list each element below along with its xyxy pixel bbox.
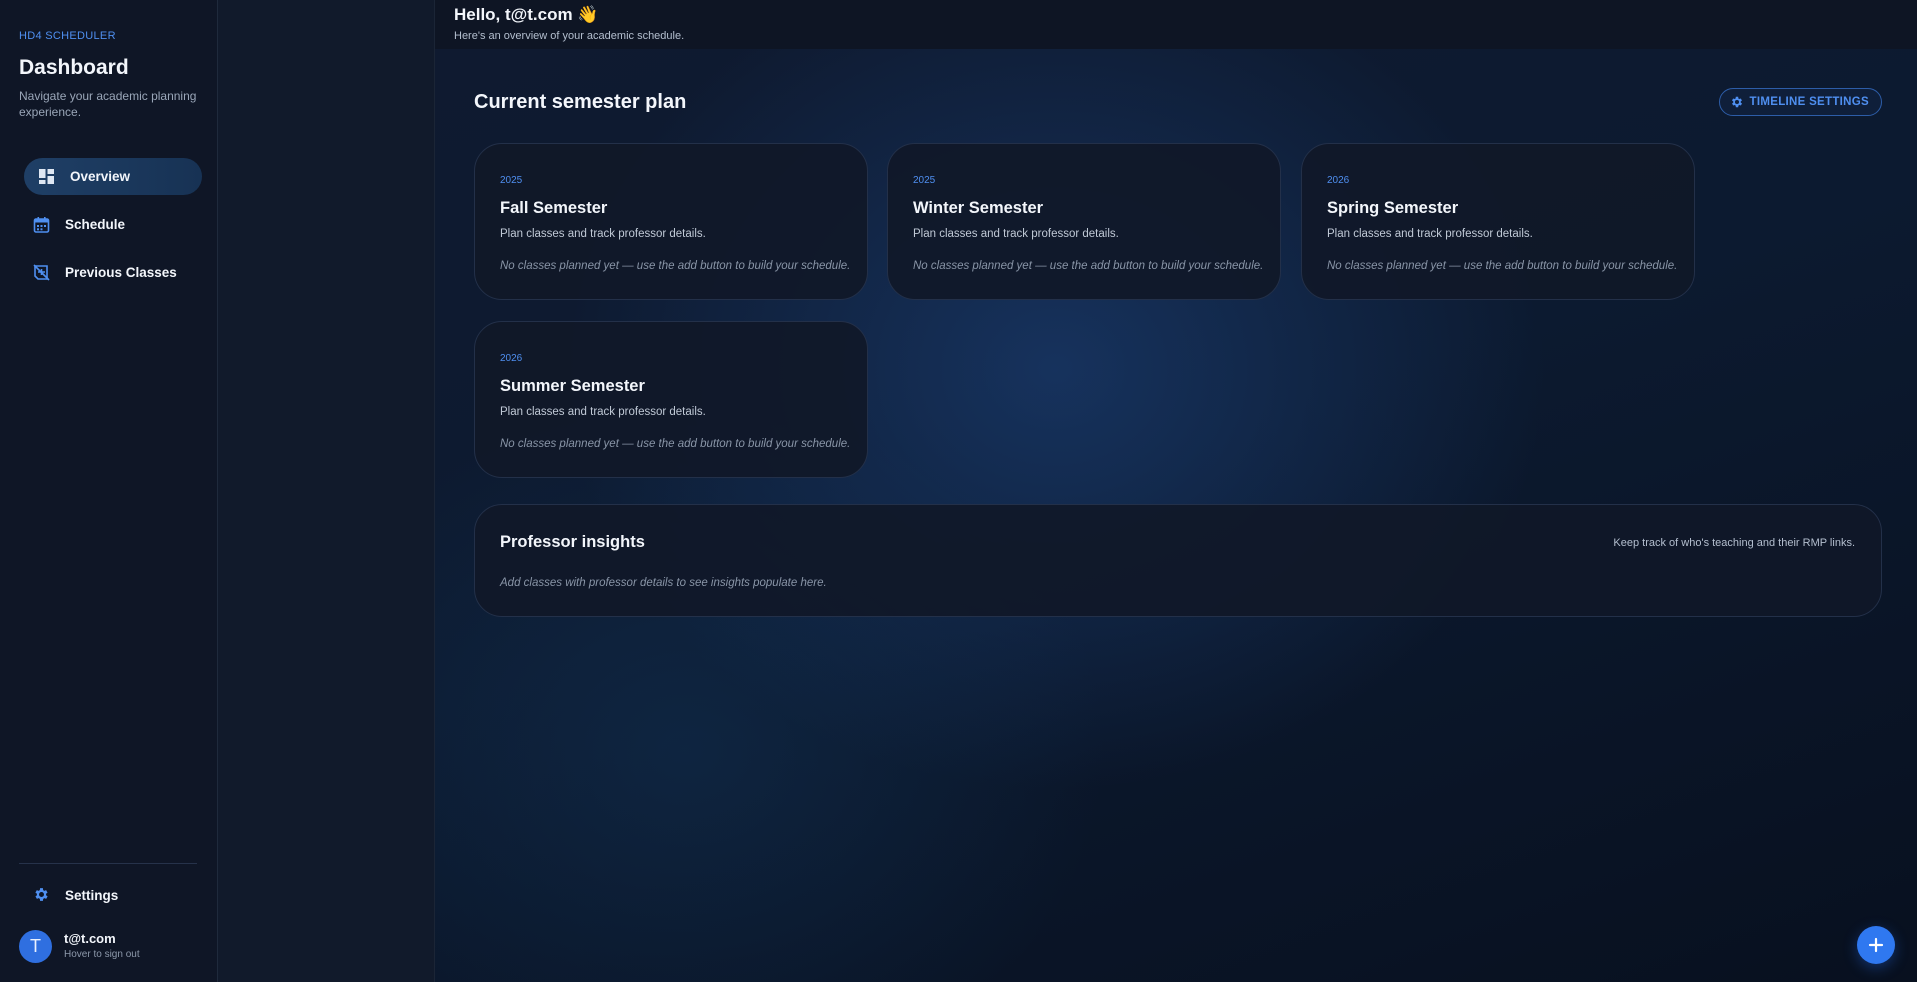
page-header: Hello, t@t.com 👋 Here's an overview of y… bbox=[435, 0, 1917, 49]
sidebar-item-label: Overview bbox=[70, 169, 131, 184]
semester-description: Plan classes and track professor details… bbox=[913, 228, 1119, 240]
sidebar-item-settings[interactable]: Settings bbox=[24, 877, 202, 913]
semester-year: 2025 bbox=[500, 175, 523, 186]
sidebar: HD4 SCHEDULER Dashboard Navigate your ac… bbox=[0, 0, 218, 982]
sidebar-item-schedule[interactable]: Schedule bbox=[24, 206, 202, 243]
semester-empty-message: No classes planned yet — use the add but… bbox=[500, 438, 851, 450]
semester-empty-message: No classes planned yet — use the add but… bbox=[1327, 260, 1678, 272]
semester-card-spring[interactable]: 2026 Spring Semester Plan classes and tr… bbox=[1301, 143, 1695, 300]
semester-description: Plan classes and track professor details… bbox=[500, 406, 706, 418]
greeting-subtitle: Here's an overview of your academic sche… bbox=[454, 30, 685, 42]
sign-out-hint: Hover to sign out bbox=[64, 949, 140, 960]
sidebar-divider bbox=[19, 863, 197, 864]
secondary-panel bbox=[218, 0, 435, 982]
sidebar-item-label: Previous Classes bbox=[65, 265, 177, 280]
semester-description: Plan classes and track professor details… bbox=[1327, 228, 1533, 240]
semester-year: 2026 bbox=[500, 353, 523, 364]
settings-label: Settings bbox=[65, 888, 119, 903]
sidebar-item-previous-classes[interactable]: Previous Classes bbox=[24, 254, 202, 291]
dashboard-icon bbox=[38, 168, 55, 185]
history-icon bbox=[33, 264, 50, 281]
semester-year: 2025 bbox=[913, 175, 936, 186]
insights-empty-message: Add classes with professor details to se… bbox=[500, 577, 827, 589]
timeline-settings-button[interactable]: TIMELINE SETTINGS bbox=[1718, 88, 1882, 116]
main-content: Current semester plan TIMELINE SETTINGS … bbox=[435, 49, 1917, 982]
sidebar-title: Dashboard bbox=[19, 56, 129, 79]
professor-insights-panel: Professor insights Keep track of who's t… bbox=[474, 504, 1882, 617]
timeline-settings-label: TIMELINE SETTINGS bbox=[1749, 96, 1869, 108]
semester-title: Summer Semester bbox=[500, 377, 645, 395]
user-name: t@t.com bbox=[64, 931, 116, 946]
semester-description: Plan classes and track professor details… bbox=[500, 228, 706, 240]
calendar-icon bbox=[33, 216, 50, 233]
avatar: T bbox=[19, 930, 52, 963]
sidebar-description: Navigate your academic planning experien… bbox=[19, 89, 197, 119]
semester-empty-message: No classes planned yet — use the add but… bbox=[913, 260, 1264, 272]
semester-year: 2026 bbox=[1327, 175, 1350, 186]
greeting: Hello, t@t.com 👋 bbox=[454, 5, 599, 24]
gear-icon bbox=[1730, 95, 1744, 109]
semester-card-summer[interactable]: 2026 Summer Semester Plan classes and tr… bbox=[474, 321, 868, 478]
semester-title: Spring Semester bbox=[1327, 199, 1459, 217]
insights-title: Professor insights bbox=[500, 533, 645, 551]
section-title: Current semester plan bbox=[474, 91, 687, 113]
sidebar-item-label: Schedule bbox=[65, 217, 126, 232]
user-profile[interactable]: T t@t.com Hover to sign out bbox=[19, 930, 199, 966]
sidebar-item-overview[interactable]: Overview bbox=[24, 158, 202, 195]
app-root: HD4 SCHEDULER Dashboard Navigate your ac… bbox=[0, 0, 1917, 982]
semester-title: Winter Semester bbox=[913, 199, 1044, 217]
semester-card-winter[interactable]: 2025 Winter Semester Plan classes and tr… bbox=[887, 143, 1281, 300]
add-class-button[interactable] bbox=[1857, 926, 1895, 964]
plus-icon bbox=[1868, 937, 1884, 953]
semester-empty-message: No classes planned yet — use the add but… bbox=[500, 260, 851, 272]
brand-label: HD4 SCHEDULER bbox=[19, 30, 116, 42]
insights-note: Keep track of who's teaching and their R… bbox=[1613, 537, 1855, 549]
gear-icon bbox=[33, 886, 50, 903]
semester-title: Fall Semester bbox=[500, 199, 608, 217]
semester-card-fall[interactable]: 2025 Fall Semester Plan classes and trac… bbox=[474, 143, 868, 300]
